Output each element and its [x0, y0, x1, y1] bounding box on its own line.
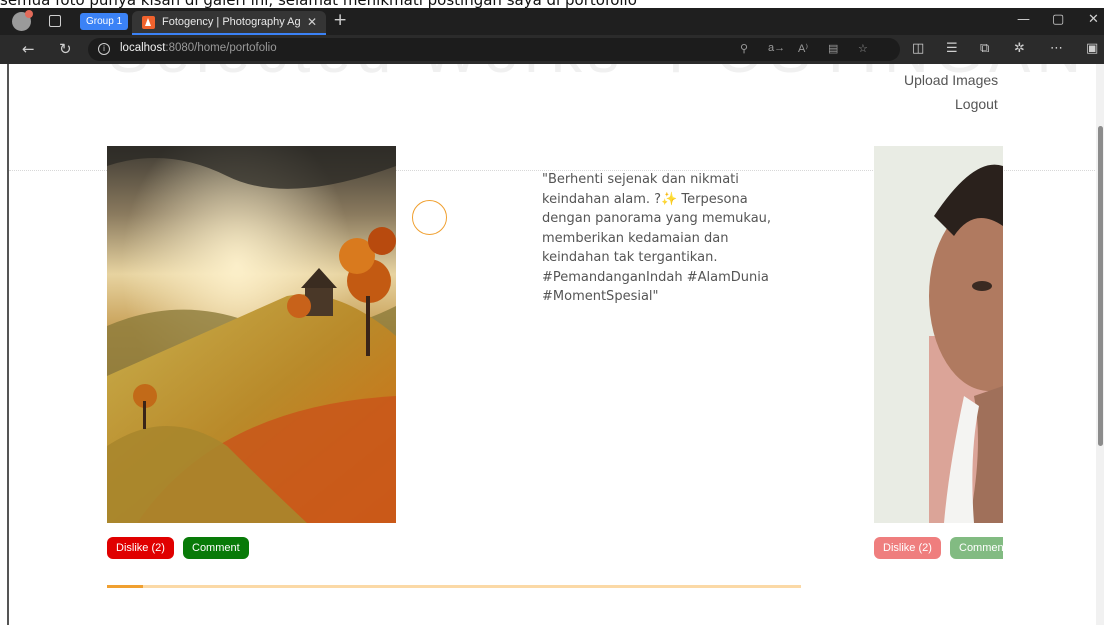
tab-close-icon[interactable]: ✕	[307, 15, 317, 29]
portrait-photo	[874, 146, 1003, 523]
minimize-icon[interactable]: —	[1017, 12, 1030, 27]
cursor-ring	[412, 200, 447, 235]
second-slide-buttons: Dislike (2) Comment	[874, 537, 1003, 561]
page-viewport: Selected Works POSTINGAN Upload Images L…	[0, 64, 1104, 625]
upload-images-link[interactable]: Upload Images	[904, 72, 998, 88]
address-bar[interactable]: i localhost:8080/home/portofolio ⚲ a→ A⁾…	[88, 38, 900, 61]
split-screen-icon[interactable]: ◫	[912, 41, 924, 56]
dislike-button[interactable]: Dislike (2)	[107, 537, 174, 559]
back-icon[interactable]: ←	[22, 40, 35, 58]
extensions-icon[interactable]: ✲	[1014, 41, 1025, 56]
tab-group-chip[interactable]: Group 1	[80, 13, 129, 30]
page-scrollbar[interactable]	[1096, 64, 1104, 625]
translate-icon[interactable]: a→	[768, 42, 785, 54]
read-aloud-icon[interactable]: A⁾	[798, 42, 808, 55]
post-caption: "Berhenti sejenak dan nikmati keindahan …	[542, 172, 772, 304]
scrollbar-thumb[interactable]	[1098, 126, 1103, 446]
second-dislike-button[interactable]: Dislike (2)	[874, 537, 941, 559]
background-heading-left: Selected Works	[108, 64, 625, 87]
immersive-reader-icon[interactable]: ▤	[828, 42, 838, 55]
favorites-icon[interactable]: ☰	[946, 41, 958, 56]
window-close-icon[interactable]: ✕	[1088, 12, 1099, 27]
browser-tab-bar: Group 1 Fotogency | Photography Agency ✕…	[0, 8, 1104, 35]
restore-icon[interactable]: ▢	[1052, 12, 1064, 27]
key-icon[interactable]: ⚲	[740, 42, 748, 55]
browser-nav-bar: ← ↻ i localhost:8080/home/portofolio ⚲ a…	[0, 35, 1104, 64]
collections-icon[interactable]: ⧉	[980, 41, 989, 56]
url-text: localhost:8080/home/portofolio	[120, 42, 277, 54]
site-favicon-icon	[142, 16, 155, 29]
site-info-icon[interactable]: i	[98, 43, 110, 55]
active-tab[interactable]: Fotogency | Photography Agency ✕	[132, 11, 326, 35]
sidebar-toggle-icon[interactable]: ▣	[1086, 41, 1098, 56]
carousel-progress-fill	[107, 585, 144, 588]
new-tab-icon[interactable]: +	[333, 10, 347, 30]
comment-button[interactable]: Comment	[183, 537, 249, 559]
landscape-photo	[107, 146, 396, 523]
tab-title: Fotogency | Photography Agency	[162, 16, 300, 28]
background-heading-right: POSTINGAN	[668, 64, 1087, 87]
second-comment-button[interactable]: Comment	[950, 537, 1003, 559]
logout-link[interactable]: Logout	[955, 96, 998, 112]
refresh-icon[interactable]: ↻	[59, 40, 72, 58]
more-menu-icon[interactable]: ⋯	[1050, 41, 1063, 56]
profile-avatar-icon[interactable]	[12, 10, 33, 31]
carousel-progress-track[interactable]	[107, 585, 801, 588]
favorite-star-icon[interactable]: ☆	[858, 42, 868, 55]
top-strip-text: semua foto punya kisah di galeri ini, se…	[0, 0, 637, 8]
window-left-edge	[7, 64, 9, 625]
tab-actions-icon[interactable]	[49, 15, 61, 27]
clipped-top-text: semua foto punya kisah di galeri ini, se…	[0, 0, 1104, 8]
